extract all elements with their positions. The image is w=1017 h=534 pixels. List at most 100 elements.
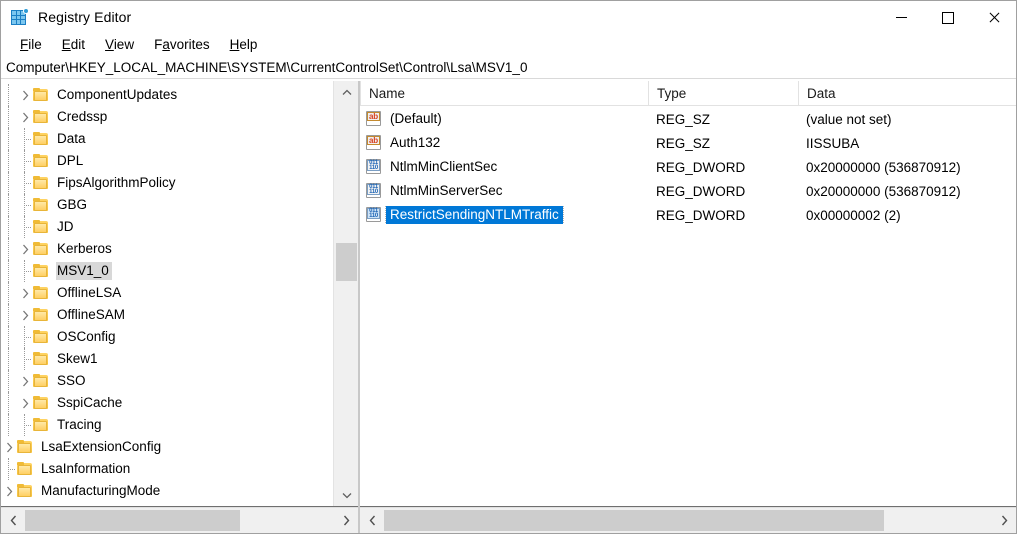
tree-leaf-guide (17, 414, 33, 436)
tree-node[interactable]: ComponentUpdates (1, 84, 333, 106)
minimize-button[interactable] (878, 1, 924, 33)
tree-node[interactable]: DPL (1, 150, 333, 172)
folder-icon (17, 462, 33, 476)
tree-node[interactable]: ManufacturingMode (1, 480, 333, 502)
column-header-type[interactable]: Type (648, 81, 798, 106)
chevron-right-icon[interactable] (17, 370, 33, 392)
close-button[interactable] (970, 1, 1016, 33)
maximize-icon (942, 12, 953, 23)
tree-vertical-scrollbar[interactable] (333, 81, 358, 506)
tree-node-label: Data (56, 130, 89, 148)
tree-node[interactable]: MSV1_0 (1, 260, 333, 282)
tree-node[interactable]: SSO (1, 370, 333, 392)
value-name-cell: 011110NtlmMinClientSec (360, 158, 648, 176)
menu-favorites[interactable]: Favorites (144, 35, 220, 55)
window-controls (878, 1, 1016, 33)
tree-node[interactable]: GBG (1, 194, 333, 216)
tree-indent-guide (1, 414, 17, 436)
value-row[interactable]: abAuth132REG_SZIISSUBA (360, 131, 1016, 155)
scroll-left-icon[interactable] (1, 508, 25, 533)
scroll-down-icon[interactable] (334, 484, 358, 506)
registry-editor-icon (11, 8, 29, 26)
value-type: REG_DWORD (648, 208, 798, 223)
value-row[interactable]: 011110NtlmMinServerSecREG_DWORD0x2000000… (360, 179, 1016, 203)
values-hscroll-thumb[interactable] (384, 510, 884, 531)
chevron-right-icon[interactable] (1, 480, 17, 502)
tree-node[interactable]: Data (1, 128, 333, 150)
values-scroll-right-icon[interactable] (992, 508, 1016, 533)
values-scroll-left-icon[interactable] (360, 508, 384, 533)
tree-node[interactable]: FipsAlgorithmPolicy (1, 172, 333, 194)
tree-indent-guide (1, 106, 17, 128)
tree-node[interactable]: Credssp (1, 106, 333, 128)
tree-horizontal-scrollbar[interactable] (1, 507, 358, 533)
values-horizontal-scrollbar[interactable] (360, 507, 1016, 533)
tree-hscroll-thumb[interactable] (25, 510, 240, 531)
folder-icon (33, 88, 49, 102)
chevron-right-icon[interactable] (17, 304, 33, 326)
registry-tree[interactable]: ComponentUpdatesCredssp Data DPL FipsAlgori… (1, 81, 333, 506)
registry-values-pane: Name Type Data ab(Default)REG_SZ(value n… (360, 81, 1016, 533)
window-title: Registry Editor (38, 9, 131, 25)
value-name-cell: abAuth132 (360, 134, 648, 152)
chevron-right-icon[interactable] (17, 106, 33, 128)
folder-icon (17, 484, 33, 498)
tree-node[interactable]: JD (1, 216, 333, 238)
tree-node[interactable]: SspiCache (1, 392, 333, 414)
tree-node-label: MSV1_0 (56, 262, 112, 280)
tree-indent-guide (1, 150, 17, 172)
value-type: REG_SZ (648, 112, 798, 127)
chevron-right-icon[interactable] (1, 436, 17, 458)
tree-leaf-guide (17, 326, 33, 348)
tree-node[interactable]: Skew1 (1, 348, 333, 370)
tree-node[interactable]: OSConfig (1, 326, 333, 348)
value-row[interactable]: ab(Default)REG_SZ(value not set) (360, 107, 1016, 131)
value-data: 0x20000000 (536870912) (798, 184, 1016, 199)
chevron-right-icon[interactable] (17, 392, 33, 414)
values-list[interactable]: ab(Default)REG_SZ(value not set)abAuth13… (360, 107, 1016, 506)
tree-indent-guide (1, 260, 17, 282)
value-row[interactable]: 011110NtlmMinClientSecREG_DWORD0x2000000… (360, 155, 1016, 179)
column-header-name[interactable]: Name (360, 81, 648, 106)
menu-edit[interactable]: Edit (52, 35, 95, 55)
tree-scroll-thumb[interactable] (336, 243, 357, 281)
tree-node-label: Kerberos (56, 240, 115, 258)
value-name-cell: ab(Default) (360, 110, 648, 128)
column-header-data[interactable]: Data (798, 81, 1016, 106)
tree-indent-guide (1, 370, 17, 392)
tree-node[interactable]: Tracing (1, 414, 333, 436)
tree-node-label: SSO (56, 372, 89, 390)
tree-leaf-guide (17, 348, 33, 370)
tree-indent-guide (1, 326, 17, 348)
tree-node[interactable]: OfflineLSA (1, 282, 333, 304)
folder-icon (33, 198, 49, 212)
folder-icon (33, 308, 49, 322)
chevron-right-icon[interactable] (17, 84, 33, 106)
tree-indent-guide (1, 194, 17, 216)
chevron-right-icon[interactable] (17, 282, 33, 304)
registry-tree-pane: ComponentUpdatesCredssp Data DPL FipsAlgori… (1, 81, 358, 533)
scroll-right-icon[interactable] (334, 508, 358, 533)
value-row[interactable]: 011110RestrictSendingNTLMTrafficREG_DWOR… (360, 203, 1016, 227)
maximize-button[interactable] (924, 1, 970, 33)
folder-icon (33, 418, 49, 432)
scroll-up-icon[interactable] (334, 81, 358, 103)
menu-help[interactable]: Help (220, 35, 268, 55)
tree-node-label: FipsAlgorithmPolicy (56, 174, 179, 192)
tree-node[interactable]: LsaInformation (1, 458, 333, 480)
tree-node[interactable]: LsaExtensionConfig (1, 436, 333, 458)
menu-view[interactable]: View (95, 35, 144, 55)
address-bar[interactable]: Computer\HKEY_LOCAL_MACHINE\SYSTEM\Curre… (1, 56, 1016, 79)
tree-node[interactable]: Kerberos (1, 238, 333, 260)
folder-icon (33, 352, 49, 366)
chevron-right-icon[interactable] (17, 238, 33, 260)
tree-leaf-guide (17, 172, 33, 194)
tree-node-label: Tracing (56, 416, 105, 434)
value-name: Auth132 (386, 134, 444, 152)
tree-node-label: DPL (56, 152, 86, 170)
tree-node-label: JD (56, 218, 77, 236)
tree-node[interactable]: OfflineSAM (1, 304, 333, 326)
folder-icon (33, 220, 49, 234)
menu-file[interactable]: File (10, 35, 52, 55)
menu-bar: File Edit View Favorites Help (1, 33, 1016, 56)
